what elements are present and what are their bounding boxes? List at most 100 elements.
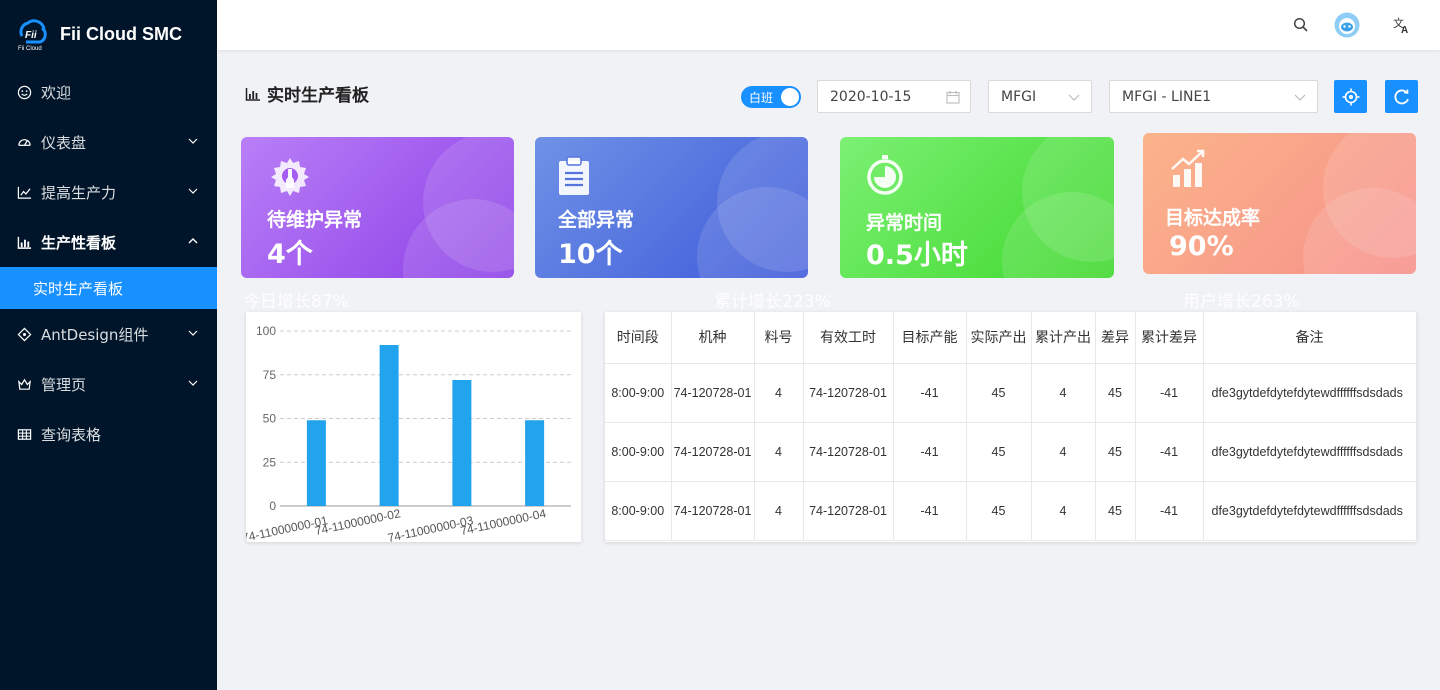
column-header[interactable]: 料号 xyxy=(754,312,804,364)
chevron-down-icon xyxy=(188,188,198,194)
sidebar-item-dashboard[interactable]: 仪表盘 xyxy=(0,117,217,167)
card-pending-maintenance[interactable]: 待维护异常 4个 xyxy=(241,137,514,278)
dashboard-icon xyxy=(16,134,32,150)
search-icon[interactable] xyxy=(1290,14,1312,36)
sidebar-item-admin[interactable]: 管理页 xyxy=(0,359,217,409)
chevron-down-icon xyxy=(188,380,198,386)
crown-icon xyxy=(16,376,32,392)
avatar[interactable] xyxy=(1334,12,1360,38)
shift-switch[interactable]: 白班 xyxy=(741,86,801,108)
table-cell: 4 xyxy=(1031,422,1096,482)
ghost-growth-text: 用户增长263% xyxy=(1183,292,1300,312)
table-cell: -41 xyxy=(1135,422,1204,482)
table-header-row: 时间段 机种 料号 有效工时 目标产能 实际产出 累计产出 差异 累计差异 备注 xyxy=(605,312,1417,364)
card-exception-time[interactable]: 异常时间 0.5小时 xyxy=(840,137,1114,278)
bar[interactable] xyxy=(379,345,399,506)
stopwatch-icon xyxy=(867,155,903,195)
column-header[interactable]: 时间段 xyxy=(605,312,672,364)
table-cell: -41 xyxy=(1135,363,1204,423)
column-header[interactable]: 备注 xyxy=(1203,312,1417,364)
table-icon xyxy=(16,426,32,442)
card-label: 目标达成率 xyxy=(1165,207,1261,229)
column-header[interactable]: 累计产出 xyxy=(1031,312,1096,364)
side-menu: 欢迎 仪表盘 提高生产力 生产性看板 实时生产看板 AntDesign组件 管理… xyxy=(0,67,217,459)
card-value: 0.5小时 xyxy=(866,240,968,271)
switch-knob xyxy=(781,88,799,106)
table-row[interactable]: 8:00-9:00 74-120728-01 4 74-120728-01 -41 45 4… xyxy=(605,422,1417,482)
sidebar-item-label: 生产性看板 xyxy=(41,233,117,252)
table-row[interactable]: 8:00-9:00 74-120728-01 4 74-120728-01 -41 45 4… xyxy=(605,363,1417,423)
table-cell: 45 xyxy=(966,422,1032,482)
y-tick-label: 100 xyxy=(256,324,276,338)
x-tick-label: 74-11000000-04 xyxy=(459,506,548,538)
sidebar-item-antdesign[interactable]: AntDesign组件 xyxy=(0,309,217,359)
smile-icon xyxy=(16,84,32,100)
table-cell: 45 xyxy=(1095,363,1136,423)
sidebar-item-productivity[interactable]: 提高生产力 xyxy=(0,167,217,217)
sidebar-item-label: AntDesign组件 xyxy=(41,325,149,344)
column-header[interactable]: 有效工时 xyxy=(803,312,894,364)
sidebar-item-welcome[interactable]: 欢迎 xyxy=(0,67,217,117)
svg-text:Fii: Fii xyxy=(25,30,37,41)
card-label: 异常时间 xyxy=(866,212,943,234)
table-cell: -41 xyxy=(893,363,967,423)
calendar-icon xyxy=(946,91,960,104)
diamond-icon xyxy=(16,326,32,342)
table-cell: 4 xyxy=(1031,481,1096,541)
card-value: 90% xyxy=(1169,231,1234,262)
bar[interactable] xyxy=(525,420,545,506)
bar-chart-icon xyxy=(16,234,32,250)
sidebar-item-production-board[interactable]: 生产性看板 xyxy=(0,217,217,267)
factory-value: MFGI xyxy=(1001,88,1037,105)
chevron-down-icon xyxy=(188,330,198,336)
line-select[interactable]: MFGI - LINE1 xyxy=(1109,80,1318,113)
aim-icon xyxy=(1342,88,1359,105)
column-header[interactable]: 机种 xyxy=(671,312,755,364)
page-title-text: 实时生产看板 xyxy=(267,86,369,106)
table-cell: dfe3gytdefdytefdytewdffffffsdsdads xyxy=(1203,481,1417,541)
growth-chart-icon xyxy=(1171,149,1205,187)
sidebar-item-realtime-board[interactable]: 实时生产看板 xyxy=(0,267,217,309)
chart-canvas: 025507510074-11000000-0174-11000000-0274… xyxy=(241,324,571,545)
translate-icon[interactable]: 文A xyxy=(1391,14,1413,36)
ghost-growth-text: 今日增长87% xyxy=(243,292,349,312)
table-cell: 74-120728-01 xyxy=(671,422,755,482)
table-cell: 74-120728-01 xyxy=(671,481,755,541)
data-table: 时间段 机种 料号 有效工时 目标产能 实际产出 累计产出 差异 累计差异 备注 8:00-9:0… xyxy=(605,312,1417,541)
y-tick-label: 25 xyxy=(263,455,277,469)
bar[interactable] xyxy=(452,380,472,506)
locate-button[interactable] xyxy=(1334,80,1367,113)
bar-chart: 0 25 50 75 100 74-11000000-01 74-11000000-02 74… xyxy=(241,312,581,545)
app-logo[interactable]: Fii Fii Cloud Fii Cloud SMC xyxy=(16,14,182,54)
chevron-down-icon xyxy=(188,138,198,144)
chevron-up-icon xyxy=(188,238,198,244)
column-header[interactable]: 累计差异 xyxy=(1135,312,1204,364)
y-tick-label: 50 xyxy=(263,412,277,426)
chevron-down-icon xyxy=(1294,94,1306,101)
table-cell: 45 xyxy=(1095,422,1136,482)
column-header[interactable]: 目标产能 xyxy=(893,312,967,364)
factory-select[interactable]: MFGI xyxy=(988,80,1092,113)
sidebar-item-query-table[interactable]: 查询表格 xyxy=(0,409,217,459)
y-tick-label: 75 xyxy=(263,368,277,382)
bar[interactable] xyxy=(306,420,326,506)
sidebar: Fii Fii Cloud Fii Cloud SMC 欢迎 仪表盘 提高生产力 xyxy=(0,0,217,690)
column-header[interactable]: 差异 xyxy=(1095,312,1136,364)
shift-switch-label: 白班 xyxy=(749,91,774,105)
card-value: 4个 xyxy=(267,239,313,270)
card-target-rate[interactable]: 目标达成率 90% xyxy=(1143,133,1416,274)
card-all-exceptions[interactable]: 全部异常 10个 xyxy=(535,137,808,278)
date-picker[interactable]: 2020-10-15 xyxy=(817,80,971,113)
column-header[interactable]: 实际产出 xyxy=(966,312,1032,364)
svg-text:Fii Cloud: Fii Cloud xyxy=(18,46,42,52)
table-cell: -41 xyxy=(1135,481,1204,541)
reload-icon xyxy=(1393,89,1409,104)
sidebar-item-label: 欢迎 xyxy=(41,83,72,102)
sidebar-item-label: 管理页 xyxy=(41,375,87,394)
line-chart-icon xyxy=(16,184,32,200)
sidebar-item-label: 实时生产看板 xyxy=(33,279,124,298)
table-cell: 74-120728-01 xyxy=(803,481,894,541)
table-row[interactable]: 8:00-9:00 74-120728-01 4 74-120728-01 -41 45 4… xyxy=(605,481,1417,541)
refresh-button[interactable] xyxy=(1385,80,1418,113)
table-cell: 8:00-9:00 xyxy=(605,363,672,423)
